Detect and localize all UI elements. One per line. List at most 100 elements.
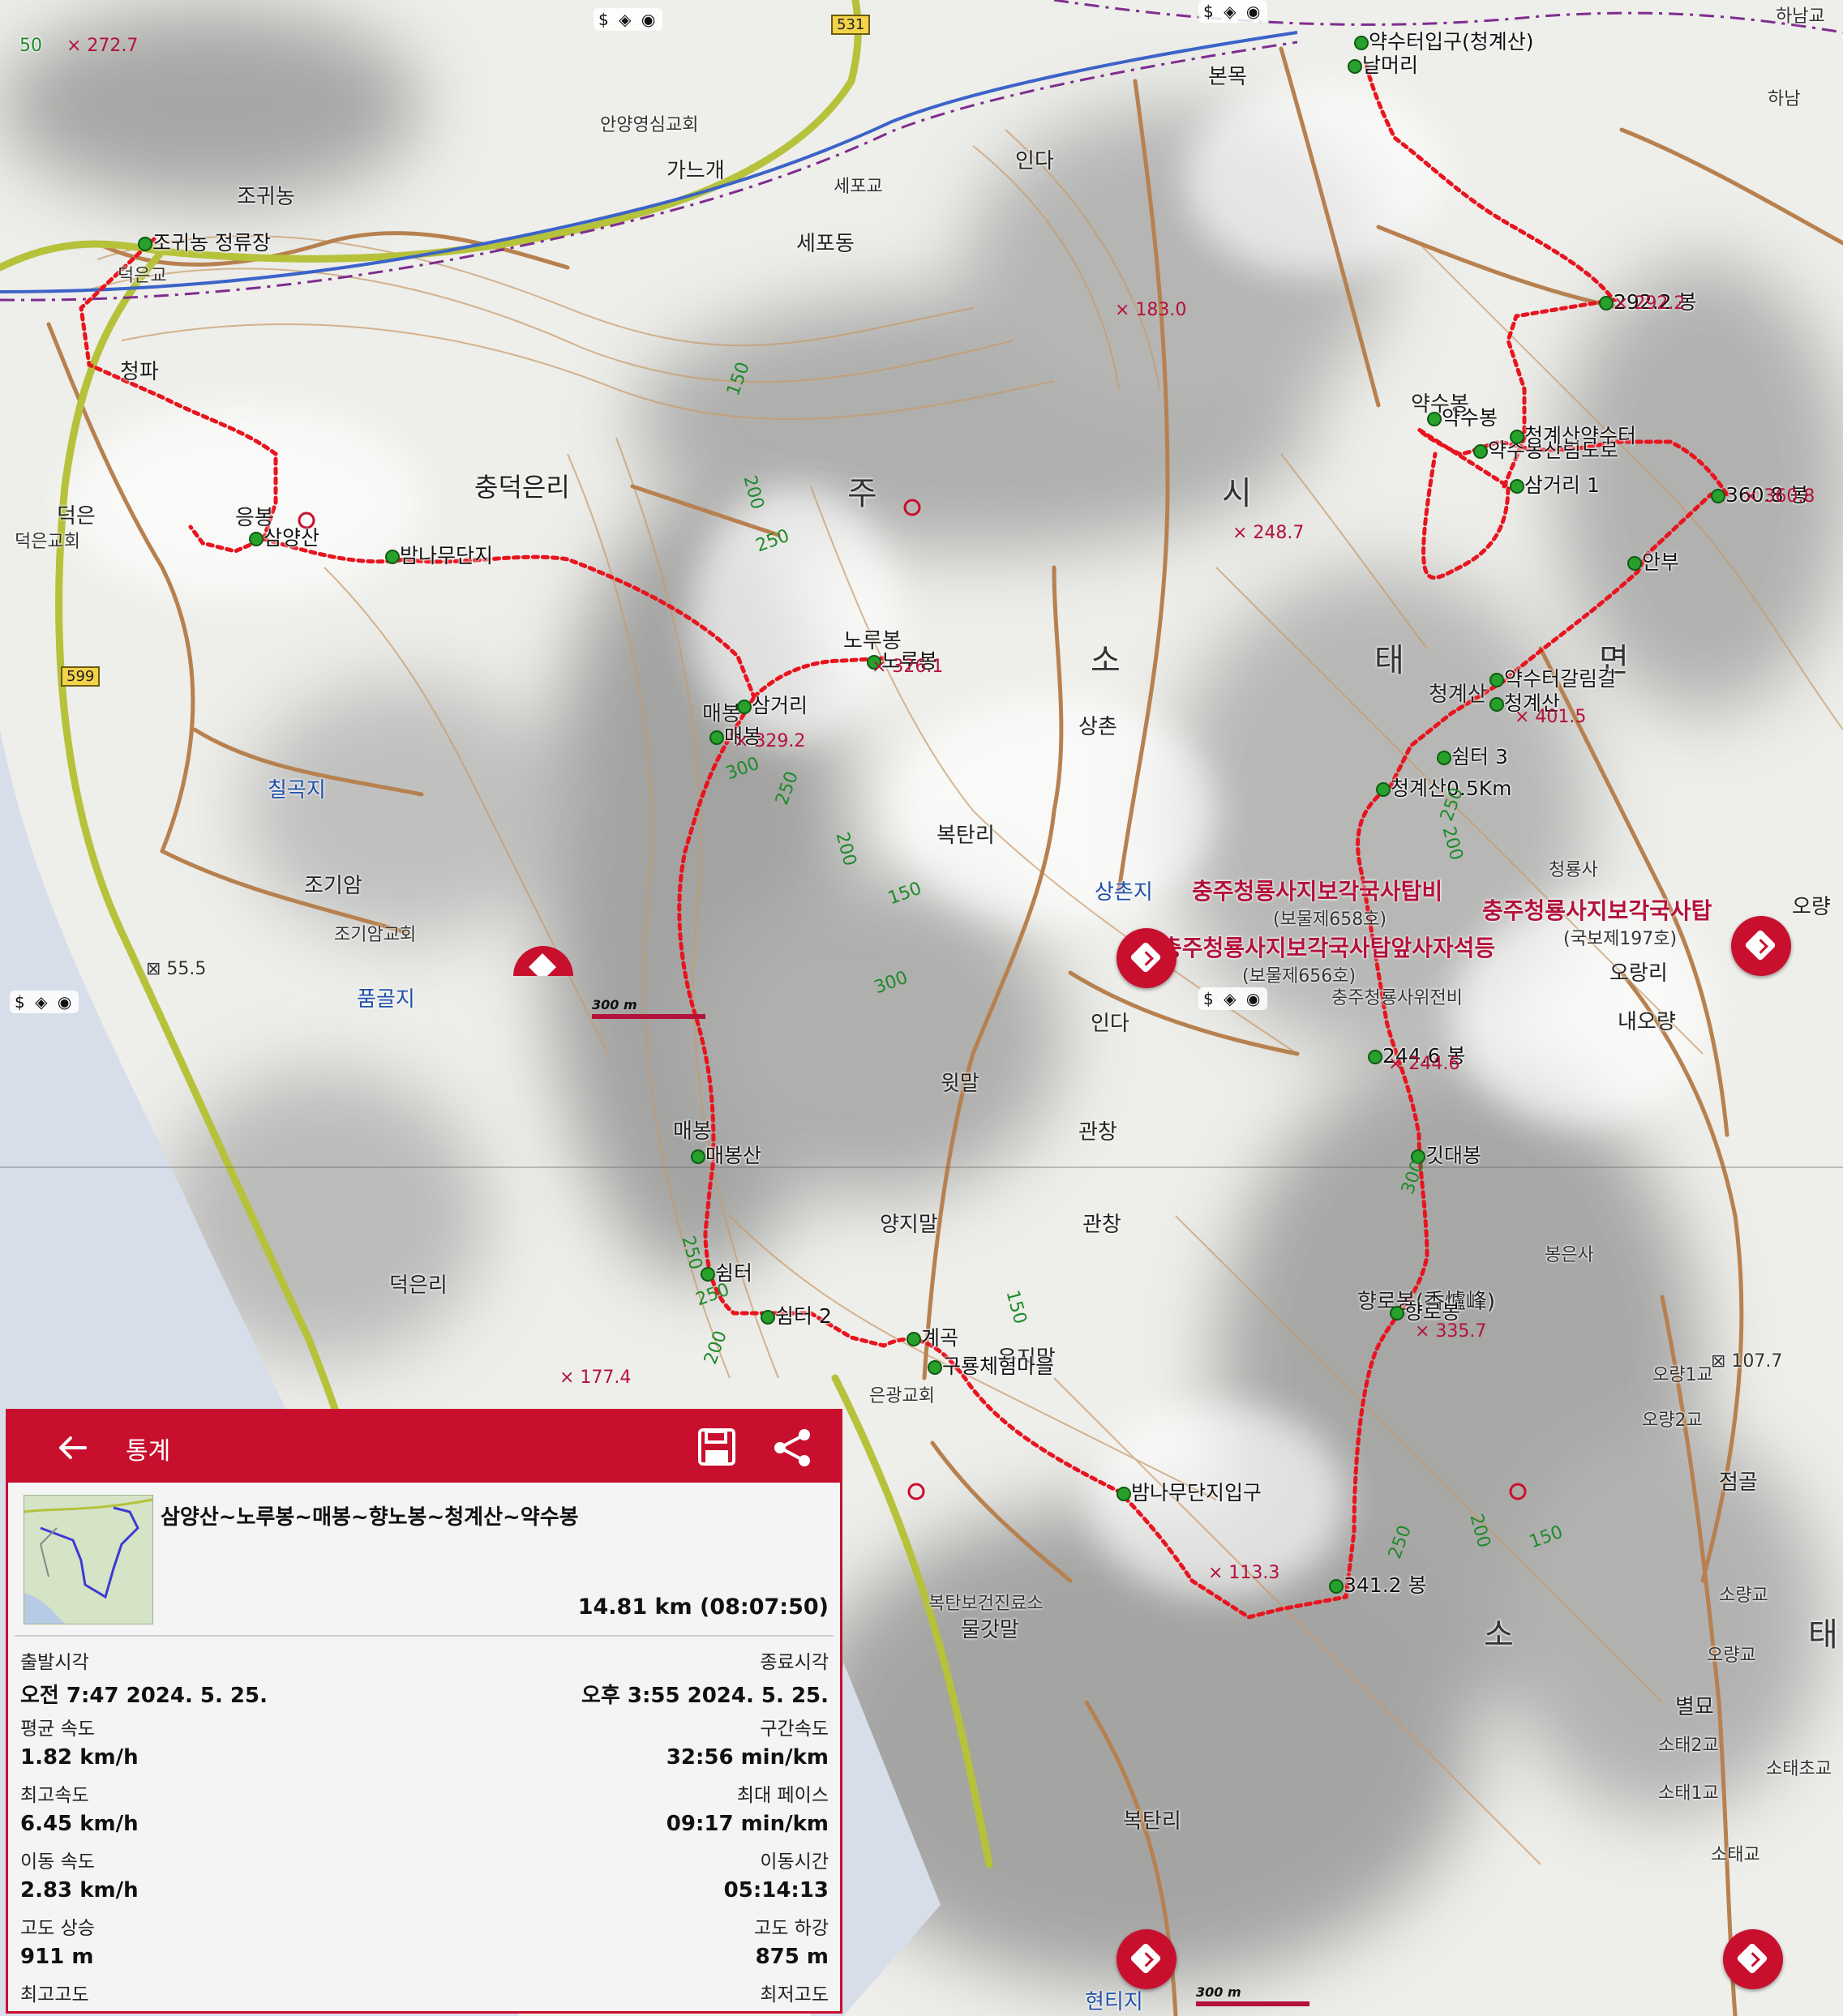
- stat-item: 출발시각 오전 7:47 2024. 5. 25.: [20, 1646, 268, 1709]
- waypoint-marker[interactable]: [737, 700, 752, 714]
- waypoint-marker[interactable]: [761, 1310, 775, 1325]
- waypoint-label[interactable]: 밤나무단지: [400, 540, 493, 569]
- place-label-pumgolji: 품골지: [357, 987, 415, 1012]
- stat-item: 최저고도: [760, 1979, 829, 2011]
- place-label-sepodong: 세포동: [796, 232, 855, 256]
- waypoint-marker[interactable]: [1390, 1306, 1404, 1320]
- navigate-arrow-icon: [1744, 929, 1777, 961]
- waypoint-label[interactable]: 구룡체험마을: [942, 1350, 1054, 1380]
- route-number-shield: 599: [61, 666, 101, 687]
- waypoint-marker[interactable]: [1348, 59, 1362, 74]
- place-label-sepogyo: 세포교: [834, 177, 883, 197]
- divider: [15, 1635, 834, 1637]
- place-label-sangchonji: 상촌지: [1095, 880, 1153, 905]
- waypoint-marker[interactable]: [385, 550, 400, 564]
- waypoint-marker[interactable]: [1437, 751, 1451, 765]
- stat-value: 09:17 min/km: [666, 1812, 829, 1836]
- navigate-button[interactable]: [1117, 1929, 1177, 1989]
- elevation-spot: × 177.4: [559, 1368, 632, 1388]
- route-number-shield: 531: [831, 15, 871, 35]
- waypoint-marker[interactable]: [1599, 296, 1614, 310]
- stat-label: 최고속도: [20, 1785, 89, 1806]
- waypoint-marker[interactable]: [1117, 1487, 1131, 1501]
- stat-item: 종료시각 오후 3:55 2024. 5. 25.: [581, 1646, 829, 1709]
- place-label-bongeunsa: 봉은사: [1545, 1245, 1594, 1265]
- stat-item: 고도 상승 911 m: [20, 1912, 95, 1969]
- track-thumbnail[interactable]: [24, 1495, 153, 1624]
- waypoint-marker[interactable]: [701, 1267, 715, 1282]
- waypoint-label[interactable]: 약수터입구(청계산): [1369, 26, 1534, 55]
- waypoint-label[interactable]: 밤나무단지입구: [1131, 1477, 1262, 1506]
- waypoint-marker[interactable]: [1510, 479, 1524, 494]
- place-label-big-tae: 태: [1374, 642, 1406, 679]
- waypoint-label[interactable]: 341.2 봉: [1344, 1569, 1427, 1599]
- waypoint-label[interactable]: 매봉산: [705, 1140, 761, 1169]
- waypoint-label[interactable]: 청계산약수터: [1524, 420, 1636, 449]
- stat-value: 875 m: [755, 1945, 829, 1969]
- track-distance: 14.81 km (08:07:50): [577, 1594, 829, 1620]
- place-label-sotae1gyo: 소태1교: [1658, 1783, 1719, 1804]
- waypoint-label[interactable]: 약수터갈림길: [1504, 663, 1616, 692]
- waypoint-marker[interactable]: [1368, 1050, 1382, 1064]
- waypoint-marker[interactable]: [1376, 782, 1391, 797]
- waypoint-marker[interactable]: [1354, 36, 1369, 50]
- place-label-sotae-school: 소태초교: [1766, 1759, 1832, 1779]
- place-label-bonmok: 본목: [1208, 65, 1247, 89]
- waypoint-label[interactable]: 깃대봉: [1425, 1140, 1481, 1169]
- navigate-button[interactable]: [1723, 1929, 1783, 1989]
- heritage-label: 충주청룡사지보각국사탑: [1482, 897, 1712, 924]
- place-label-sotaegyo: 소태교: [1711, 1845, 1760, 1865]
- waypoint-marker[interactable]: [1711, 489, 1725, 503]
- waypoint-label[interactable]: 쉼터 3: [1451, 741, 1508, 770]
- place-label-deogeun: 덕은: [57, 504, 96, 529]
- poi-icons-badge[interactable]: $ ◈ ◉: [10, 991, 79, 1013]
- waypoint-marker[interactable]: [691, 1149, 705, 1164]
- scale-bar: 300 m: [592, 997, 705, 1019]
- navigate-button[interactable]: [1731, 916, 1791, 976]
- waypoint-marker[interactable]: [1627, 556, 1642, 571]
- stat-value: 오전 7:47 2024. 5. 25.: [20, 1684, 268, 1708]
- place-label-soryanggyo: 소량교: [1719, 1586, 1768, 1606]
- heritage-sub-label: (보물제658호): [1273, 910, 1387, 930]
- waypoint-marker[interactable]: [1427, 412, 1442, 426]
- back-arrow-icon[interactable]: [53, 1427, 93, 1468]
- poi-icons-badge[interactable]: $ ◈ ◉: [594, 8, 663, 31]
- waypoint-marker[interactable]: [906, 1332, 921, 1346]
- waypoint-label[interactable]: 안부: [1642, 546, 1679, 576]
- elevation-spot: × 401.5: [1515, 707, 1587, 727]
- waypoint-label[interactable]: 삼양산: [264, 522, 319, 551]
- stat-item: 평균 속도 1.82 km/h: [20, 1713, 139, 1770]
- scale-bar: 300 m: [1196, 1984, 1309, 2006]
- place-label-inda-top: 인다: [1015, 149, 1054, 173]
- elevation-spot: × 360.8: [1743, 486, 1815, 507]
- panel-title: 통계: [126, 1437, 171, 1466]
- share-icon[interactable]: [770, 1426, 814, 1470]
- waypoint-marker[interactable]: [1489, 697, 1504, 712]
- navigate-arrow-icon: [1129, 941, 1162, 974]
- waypoint-marker[interactable]: [1510, 430, 1524, 444]
- waypoint-marker[interactable]: [709, 730, 724, 745]
- waypoint-label[interactable]: 약수봉: [1442, 402, 1498, 431]
- place-label-oryanggyo: 오량교: [1707, 1646, 1756, 1666]
- waypoint-marker[interactable]: [138, 237, 152, 251]
- elevation-spot: × 183.0: [1115, 300, 1187, 320]
- waypoint-label[interactable]: 조귀농 정류장: [152, 227, 271, 256]
- stat-label: 종료시각: [760, 1652, 829, 1673]
- waypoint-marker[interactable]: [1473, 444, 1488, 459]
- stat-value: 2.83 km/h: [20, 1878, 139, 1903]
- waypoint-label[interactable]: 삼거리: [752, 690, 808, 719]
- panel-header: 통계: [8, 1411, 840, 1483]
- poi-icons-badge[interactable]: $ ◈ ◉: [1198, 987, 1268, 1010]
- waypoint-marker[interactable]: [1489, 673, 1504, 687]
- waypoint-marker[interactable]: [1329, 1579, 1344, 1594]
- place-label-jogiam-church: 조기암교회: [334, 925, 417, 945]
- place-label-chungdeokeunri: 충덕은리: [474, 472, 570, 503]
- waypoint-marker[interactable]: [249, 532, 264, 546]
- waypoint-marker[interactable]: [928, 1360, 942, 1375]
- poi-icons-badge[interactable]: $ ◈ ◉: [1198, 0, 1268, 23]
- navigate-button[interactable]: [1117, 928, 1177, 988]
- waypoint-label[interactable]: 삼거리 1: [1524, 469, 1600, 499]
- save-icon[interactable]: [696, 1426, 738, 1468]
- waypoint-label[interactable]: 쉼터 2: [775, 1300, 832, 1329]
- waypoint-label[interactable]: 계곡: [921, 1322, 958, 1351]
